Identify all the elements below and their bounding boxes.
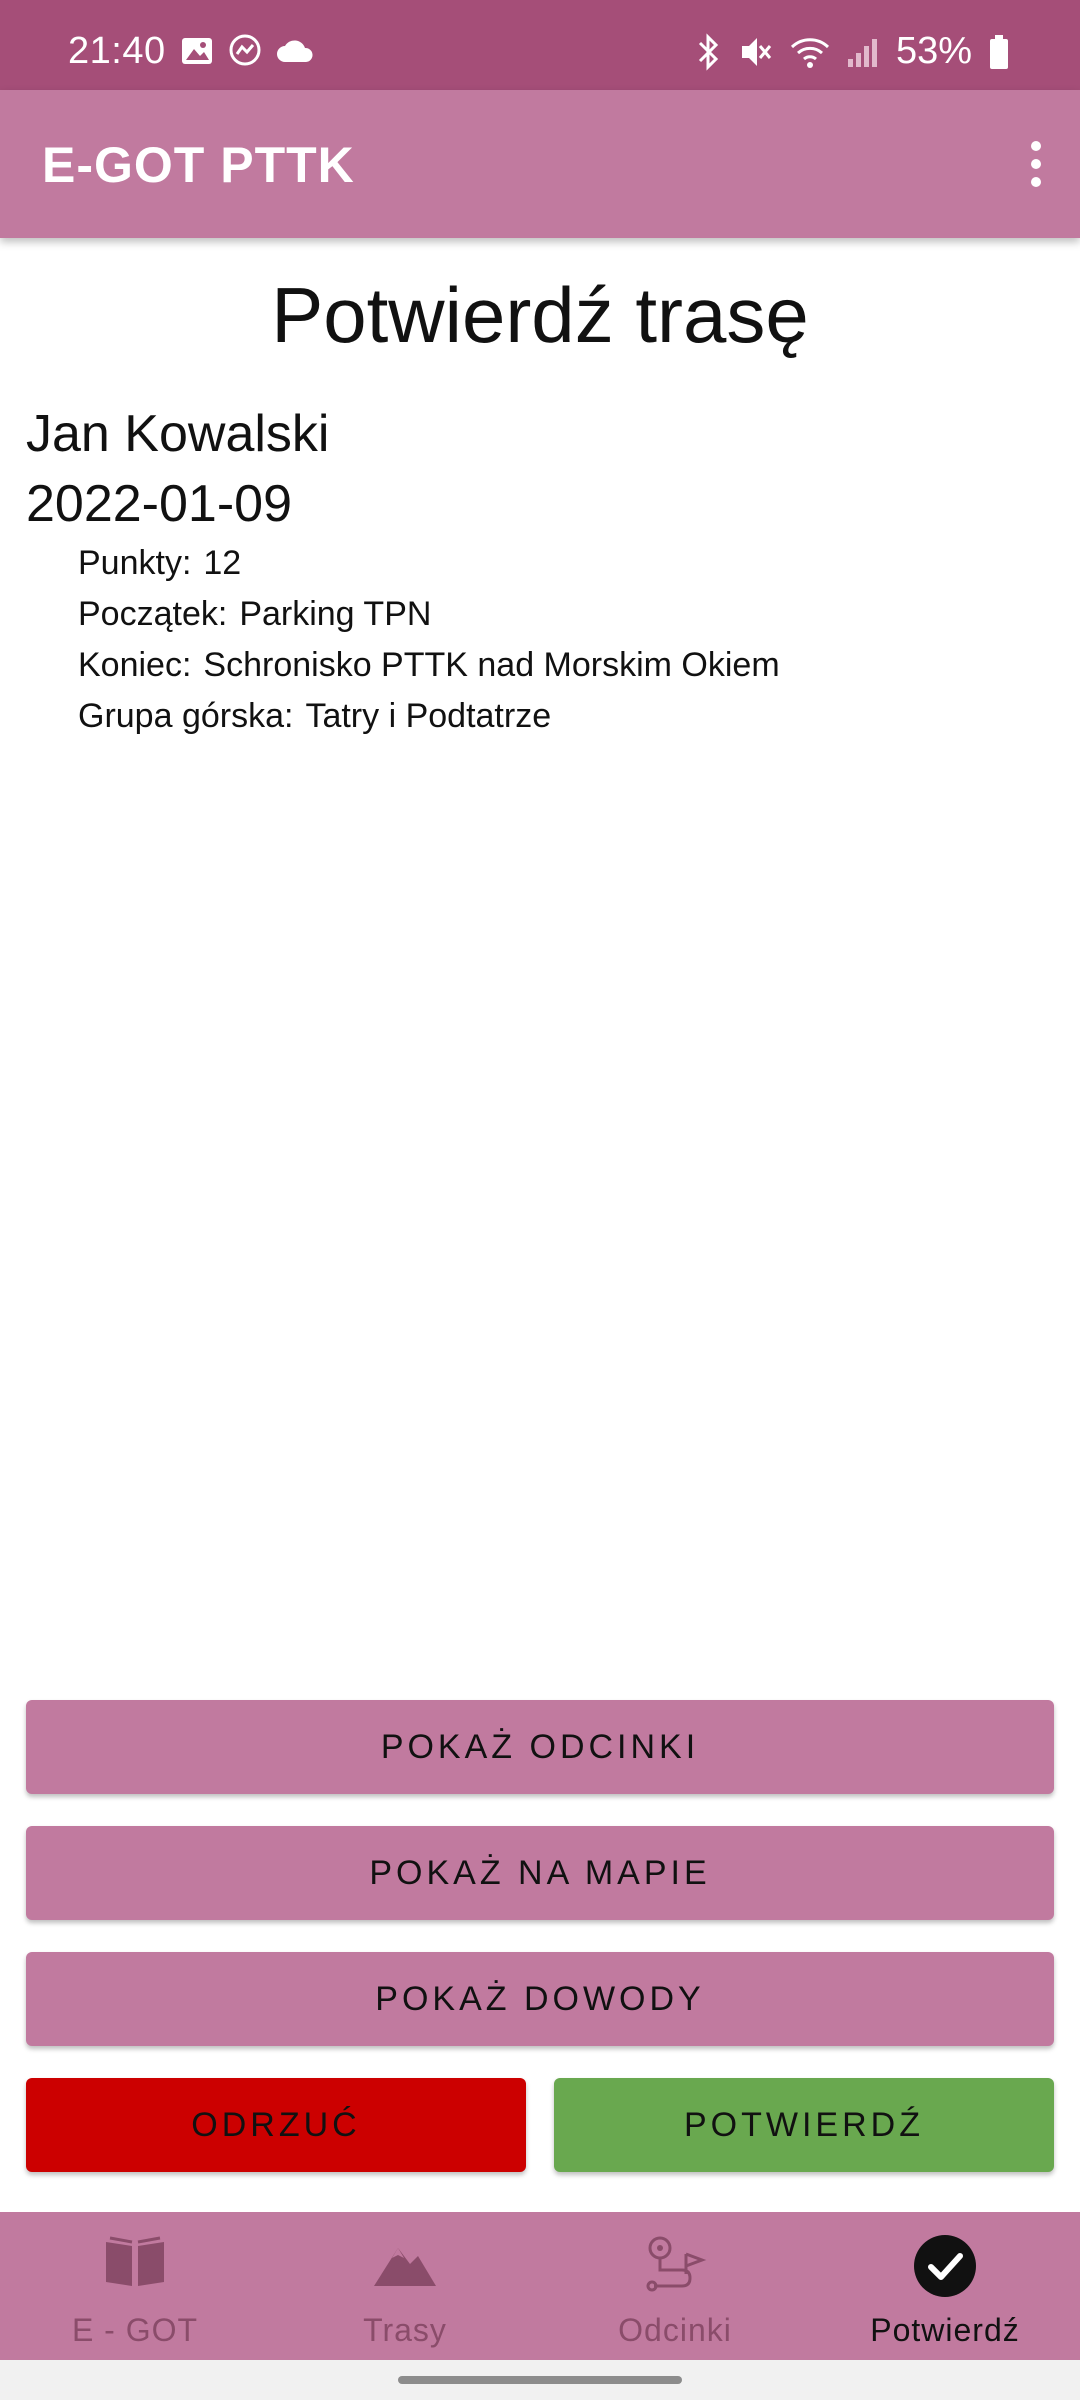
detail-value: Schronisko PTTK nad Morskim Okiem (203, 646, 780, 684)
bluetooth-icon (698, 32, 719, 71)
route-details: Punkty: 12 Początek: Parking TPN Koniec: Sc… (78, 538, 780, 742)
detail-row-end: Koniec: Schronisko PTTK nad Morskim Okiem (78, 640, 780, 691)
book-icon (106, 2236, 164, 2286)
nav-label: E - GOT (71, 2312, 199, 2348)
mute-icon (741, 37, 772, 66)
detail-label: Punkty: (78, 544, 192, 582)
status-bar: 21:40 53% (0, 0, 1080, 90)
battery-percent: 53% (895, 30, 972, 72)
detail-value: Tatry i Podtatrze (305, 697, 552, 735)
show-segments-button[interactable]: POKAŻ ODCINKI (26, 1700, 1054, 1794)
more-vert-icon[interactable] (1014, 132, 1058, 196)
detail-label: Początek: (78, 595, 228, 633)
status-system-icons: 53% (694, 30, 1010, 73)
gesture-area (0, 2360, 1080, 2400)
confirm-button[interactable]: POTWIERDŹ (554, 2078, 1054, 2172)
nav-item-egot[interactable]: E - GOT (0, 2212, 270, 2360)
detail-row-mountain-group: Grupa górska: Tatry i Podtatrze (78, 691, 780, 742)
bottom-nav: E - GOT Trasy Odcinki Potwierdź (0, 2212, 1080, 2360)
messenger-icon (229, 34, 261, 66)
nav-label: Trasy (363, 2312, 447, 2348)
route-icon (646, 2236, 707, 2292)
detail-value: Parking TPN (239, 595, 432, 633)
check-circle-icon (914, 2235, 976, 2297)
nav-item-routes[interactable]: Trasy (270, 2212, 540, 2360)
show-evidence-button[interactable]: POKAŻ DOWODY (26, 1952, 1054, 2046)
wifi-icon (790, 37, 829, 68)
detail-row-start: Początek: Parking TPN (78, 589, 780, 640)
person-name: Jan Kowalski (26, 405, 330, 463)
image-icon (182, 38, 212, 64)
detail-label: Grupa górska: (78, 697, 294, 735)
page-title: Potwierdź trasę (271, 271, 809, 359)
home-gesture-bar[interactable] (398, 2376, 682, 2384)
battery-icon (990, 34, 1008, 69)
show-map-button[interactable]: POKAŻ NA MAPIE (26, 1826, 1054, 1920)
nav-item-confirm[interactable]: Potwierdź (810, 2212, 1080, 2360)
nav-label: Odcinki (618, 2312, 732, 2348)
detail-value: 12 (203, 544, 242, 582)
app-title: E-GOT PTTK (42, 137, 355, 193)
status-time: 21:40 (68, 30, 166, 72)
mountain-icon (374, 2248, 436, 2286)
cloud-icon (277, 40, 313, 62)
route-date: 2022-01-09 (26, 475, 292, 533)
reject-button[interactable]: ODRZUĆ (26, 2078, 526, 2172)
nav-item-segments[interactable]: Odcinki (540, 2212, 810, 2360)
signal-icon (847, 38, 877, 67)
detail-label: Koniec: (78, 646, 192, 684)
nav-label: Potwierdź (870, 2312, 1020, 2348)
status-notification-icons (180, 34, 314, 68)
app-bar: E-GOT PTTK (0, 90, 1080, 238)
detail-row-points: Punkty: 12 (78, 538, 780, 589)
